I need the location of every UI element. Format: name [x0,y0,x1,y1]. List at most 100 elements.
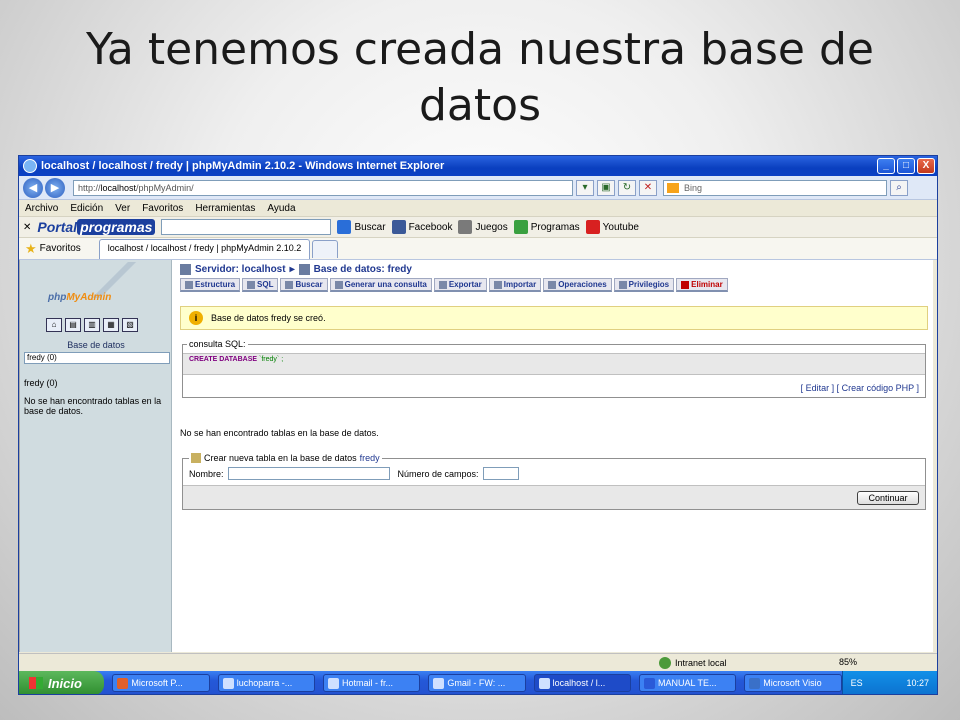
field-count-input[interactable] [482,467,519,480]
tab-sql-label: SQL [257,280,274,289]
task-label: Gmail - FW: ... [447,678,506,688]
ie-icon [328,677,340,689]
forward-arrow-icon[interactable]: ▶ [45,177,65,198]
toolbar-juegos[interactable]: Juegos [458,220,508,234]
toolbar-youtube[interactable]: Youtube [585,220,639,234]
stop-icon[interactable]: ✕ [639,179,657,196]
tab-eliminar-label: Eliminar [691,280,723,289]
compat-view-icon[interactable]: ▣ [597,179,615,196]
tab-exportar[interactable]: Exportar [433,278,487,292]
create-legend-text: Crear nueva tabla en la base de datos [204,453,357,463]
refresh-icon[interactable]: ↻ [618,179,636,196]
tab-generar-label: Generar una consulta [344,280,427,289]
docs-icon[interactable]: ▦ [103,318,119,332]
language-indicator[interactable]: ES [851,678,863,688]
query-window-icon[interactable]: ▥ [84,318,100,332]
clock: 10:27 [906,678,930,688]
task-label: luchoparra -... [236,678,293,688]
tab-privilegios-label: Privilegios [628,280,670,289]
tab-generar-consulta[interactable]: Generar una consulta [329,278,432,292]
task-powerpoint[interactable]: Microsoft P... [112,674,210,692]
task-label: Hotmail - fr... [342,678,394,688]
table-name-input[interactable] [227,467,390,480]
favorites-star-icon: ★ [25,240,37,256]
tab-operaciones-label: Operaciones [558,280,607,289]
tab-estructura-label: Estructura [195,280,236,289]
url-input[interactable]: http://localhost/phpMyAdmin/ [73,179,573,196]
tab-estructura[interactable]: Estructura [180,278,241,292]
browser-tab[interactable]: localhost / localhost / fredy | phpMyAdm… [98,238,311,259]
query-icon [334,280,343,289]
zoom-level[interactable]: 85% [839,657,857,667]
menu-edicion[interactable]: Edición [70,203,103,214]
back-arrow-icon[interactable]: ◀ [23,177,43,198]
sidebar-db-name[interactable]: fredy (0) [24,378,58,388]
favorites-button[interactable]: Favoritos [40,243,81,254]
dropdown-icon[interactable]: ▾ [576,179,594,196]
sql-links[interactable]: [ Editar ] [ Crear código PHP ] [801,383,919,393]
minimize-button[interactable]: _ [877,158,895,174]
new-table-icon [191,453,201,463]
sql-legend: consulta SQL: [187,339,248,349]
task-hotmail[interactable]: Hotmail - fr... [323,674,421,692]
tab-sql[interactable]: SQL [242,278,279,292]
maximize-button[interactable]: □ [897,158,915,174]
breadcrumb-server[interactable]: Servidor: localhost [195,264,286,275]
help-icon[interactable]: ▧ [122,318,138,332]
sql-icon[interactable]: ▤ [65,318,81,332]
toolbar-buscar[interactable]: Buscar [337,220,386,234]
search-input[interactable]: Bing [663,179,887,196]
menu-archivo[interactable]: Archivo [25,203,58,214]
breadcrumb-database[interactable]: Base de datos: fredy [314,264,412,275]
structure-icon [185,280,193,289]
empty-tables-message: No se han encontrado tablas en la base d… [180,428,379,438]
portal-logo[interactable]: Portal programas [37,219,156,235]
menu-ayuda[interactable]: Ayuda [267,203,295,214]
tab-buscar[interactable]: Buscar [280,278,328,292]
tab-privilegios[interactable]: Privilegios [613,278,675,292]
create-table-legend: Crear nueva tabla en la base de datos fr… [189,453,382,463]
task-manual[interactable]: MANUAL TE... [638,674,737,692]
tab-importar[interactable]: Importar [488,278,542,292]
privileges-icon [618,280,627,289]
pma-logo-a: php [48,292,67,303]
close-button[interactable]: X [917,158,935,174]
continue-button[interactable]: Continuar [857,491,919,505]
pma-main: Servidor: localhost ▸ Base de datos: fre… [180,260,930,652]
powerpoint-icon [117,677,129,689]
menu-favoritos[interactable]: Favoritos [142,203,183,214]
tab-eliminar[interactable]: Eliminar [676,278,728,292]
toolbar-juegos-label: Juegos [475,221,508,233]
task-label: Microsoft Visio [763,678,822,688]
start-button[interactable]: Inicio [19,671,105,694]
toolbar-youtube-label: Youtube [602,221,639,233]
security-zone[interactable]: Intranet local [659,657,727,669]
menu-ver[interactable]: Ver [115,203,130,214]
window-title: localhost / localhost / fredy | phpMyAdm… [41,160,445,172]
toolbar-buscar-label: Buscar [354,221,386,233]
tab-operaciones[interactable]: Operaciones [543,278,612,292]
task-localhost[interactable]: localhost / l... [533,674,631,692]
pma-logo[interactable]: phpMyAdmin [48,292,111,303]
menu-herramientas[interactable]: Herramientas [195,203,255,214]
window-titlebar: localhost / localhost / fredy | phpMyAdm… [19,156,937,176]
task-visio[interactable]: Microsoft Visio [744,674,842,692]
search-icon[interactable]: ⌕ [890,179,908,196]
new-tab-button[interactable] [312,239,339,258]
url-host: localhost [100,182,137,193]
toolbar-facebook[interactable]: Facebook [391,220,453,234]
pma-sidebar: phpMyAdmin ⌂ ▤ ▥ ▦ ▧ Base de datos fredy… [20,260,172,652]
home-icon[interactable]: ⌂ [46,318,62,332]
task-luchoparra[interactable]: luchoparra -... [217,674,316,692]
sidebar-db-select[interactable]: fredy (0) [24,352,170,364]
url-path: /phpMyAdmin/ [136,182,194,193]
portal-search-input[interactable] [161,219,332,235]
task-gmail[interactable]: Gmail - FW: ... [428,674,526,692]
database-icon [298,264,310,275]
toolbar-programas[interactable]: Programas [513,220,580,234]
toolbar-facebook-label: Facebook [408,221,453,233]
ie-icon [23,159,37,173]
sidebar-db-label: Base de datos [67,340,125,350]
sql-icon [247,280,256,289]
toolbar-close-icon[interactable]: ✕ [23,222,31,233]
